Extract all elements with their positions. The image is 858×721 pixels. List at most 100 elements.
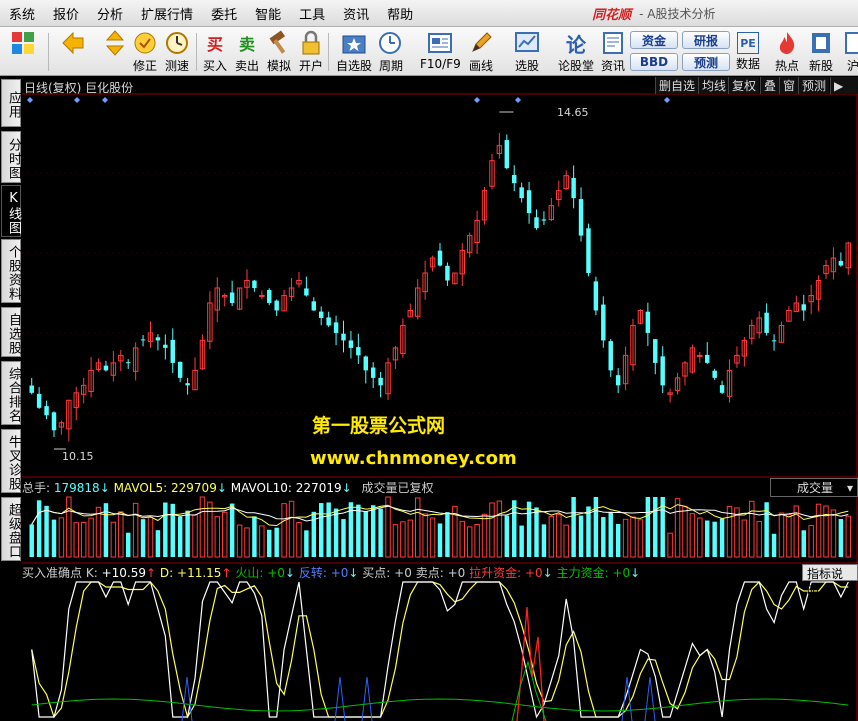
volume-bar-65 (512, 500, 517, 557)
volume-indicator-select[interactable]: 成交量 ▾ (770, 478, 858, 497)
candle-body-1 (36, 393, 42, 408)
hot-button[interactable]: 热点 (774, 30, 800, 74)
menu-extended-quote[interactable]: 扩展行情 (132, 4, 202, 23)
mavol5-line (31, 504, 849, 527)
kline-chart-area[interactable]: 日线(复权) 巨化股份 删自选 均线 复权 叠 窗 预测 ▶ 14.65 10.… (22, 77, 858, 721)
volume-bar-108 (830, 509, 837, 558)
volume-bar-51 (407, 519, 414, 558)
menu-analysis[interactable]: 分析 (88, 4, 132, 23)
draw-line-button[interactable]: 画线 (468, 30, 494, 74)
tab-app[interactable]: 应用 (1, 79, 21, 127)
chart-title: 日线(复权) 巨化股份 (24, 81, 134, 95)
window-button[interactable]: 窗 (779, 77, 799, 94)
stock-pick-icon (514, 30, 540, 56)
news-icon (600, 30, 626, 56)
indicator-name: 买入准确点 (22, 566, 83, 580)
period-button[interactable]: 周期 (378, 30, 404, 74)
volume-bar-109 (838, 519, 844, 557)
simulate-button[interactable]: 模拟 (266, 30, 292, 74)
scroll-toggle-icon[interactable]: ▶ (830, 77, 858, 94)
tab-stock-info[interactable]: 个股资料 (1, 239, 21, 303)
candle-body-0 (29, 385, 34, 393)
watchlist-button[interactable]: 自选股 (336, 30, 372, 74)
buy-point-value: +0 (394, 566, 412, 580)
new-stock-label: 新股 (808, 59, 833, 73)
menu-bar: 系统 报价 分析 扩展行情 委托 智能 工具 资讯 帮助 同花顺 - A股技术分… (0, 0, 858, 27)
tab-watchlist[interactable]: 自选股 (1, 307, 21, 357)
diamond-marker-2 (102, 97, 108, 103)
mavol5-value: 229709 (171, 481, 217, 495)
sell-button[interactable]: 卖 卖出 (234, 30, 260, 74)
volume-bar-28 (236, 524, 243, 558)
volume-bar-29 (244, 527, 250, 558)
page-up-down-button[interactable] (102, 30, 128, 74)
forecast-button[interactable]: 预测 (798, 77, 830, 94)
menu-system[interactable]: 系统 (0, 4, 44, 23)
volume-bar-83 (645, 497, 651, 557)
tab-kline[interactable]: K线图 (1, 185, 21, 237)
adjust-price-button[interactable]: 复权 (728, 77, 760, 94)
volume-bar-19 (170, 503, 175, 557)
sell-icon: 卖 (238, 35, 255, 54)
volume-bar-60 (474, 523, 480, 558)
f10-button[interactable]: F10/F9 (420, 30, 461, 74)
menu-quote[interactable]: 报价 (44, 4, 88, 23)
diamond-marker-0 (27, 97, 33, 103)
hot-icon (774, 30, 800, 56)
menu-tools[interactable]: 工具 (290, 4, 334, 23)
main-fund-line (31, 698, 849, 712)
volume-legend: 总手: 179818↓ MAVOL5: 229709↓ MAVOL10: 227… (22, 481, 434, 495)
modify-button[interactable]: 修正 (132, 30, 158, 74)
volume-bar-55 (437, 523, 443, 557)
volume-bar-3 (51, 519, 57, 557)
back-button[interactable] (60, 30, 86, 74)
tab-diagnosis[interactable]: 牛叉诊股 (1, 429, 21, 493)
candle-body-20 (177, 361, 183, 378)
remove-watchlist-button[interactable]: 删自选 (655, 77, 699, 94)
simulate-label: 模拟 (266, 59, 291, 73)
high-price-label: 14.65 (557, 106, 589, 119)
pe-data-icon: PE (737, 32, 759, 54)
moving-average-button[interactable]: 均线 (698, 77, 730, 94)
candle-body-91 (705, 354, 710, 363)
volume-bar-16 (147, 516, 154, 558)
side-tab-bar: 应用 分时图 K线图 个股资料 自选股 综合排名 牛叉诊股 超级盘口 (0, 77, 22, 721)
chevron-down-icon: ▾ (846, 480, 853, 495)
forecast-pill[interactable]: 预测 (682, 53, 730, 71)
volume-bar-54 (429, 517, 436, 558)
candle-body-65 (512, 175, 517, 184)
new-stock-button[interactable]: 新股 (808, 30, 834, 74)
data-button[interactable]: PE 数据 (736, 30, 760, 74)
menu-smart[interactable]: 智能 (246, 4, 290, 23)
news-button[interactable]: 资讯 (600, 30, 626, 74)
fund-pill[interactable]: 资金 (630, 31, 678, 49)
speed-test-button[interactable]: 测速 (164, 30, 190, 74)
bbd-pill[interactable]: BBD (630, 53, 678, 71)
volume-bar-44 (356, 504, 361, 557)
low-price-label: 10.15 (62, 450, 94, 463)
stock-pick-button[interactable]: 选股 (514, 30, 540, 74)
draw-line-label: 画线 (468, 59, 493, 73)
tab-intraday[interactable]: 分时图 (1, 131, 21, 183)
volume-bar-106 (815, 503, 822, 558)
candle-body-75 (586, 228, 591, 274)
sh-button[interactable]: 沪 (840, 30, 858, 74)
menu-trade[interactable]: 委托 (202, 4, 246, 23)
volume-bar-27 (229, 503, 235, 557)
research-pill[interactable]: 研报 (682, 31, 730, 49)
volume-bar-63 (496, 500, 503, 558)
forum-button[interactable]: 论 论股堂 (558, 30, 594, 74)
multiwindow-button[interactable] (10, 30, 36, 74)
menu-news[interactable]: 资讯 (334, 4, 378, 23)
buy-button[interactable]: 买 买入 (202, 30, 228, 74)
d-value: +11.15 (177, 566, 222, 580)
open-account-button[interactable]: 开户 (298, 30, 324, 74)
volume-bar-84 (653, 497, 658, 557)
menu-help[interactable]: 帮助 (378, 4, 422, 23)
kline-chart-svg[interactable] (22, 77, 858, 721)
overlay-button[interactable]: 叠 (760, 77, 780, 94)
tab-super-quote[interactable]: 超级盘口 (1, 497, 21, 561)
volume-bar-0 (29, 524, 34, 557)
indicator-help-button[interactable]: 指标说明 (802, 564, 858, 598)
tab-ranking[interactable]: 综合排名 (1, 361, 21, 425)
